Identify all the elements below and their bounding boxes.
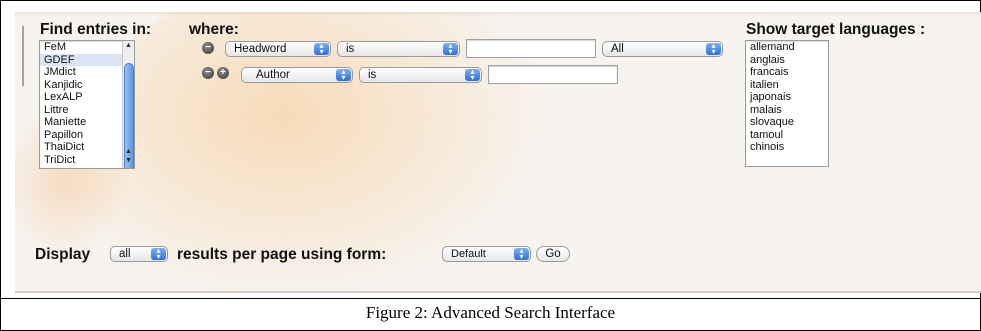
language-option[interactable]: slovaque — [746, 116, 828, 129]
chevron-up-down-icon: ▴ ▾ — [443, 42, 458, 56]
dictionary-option[interactable]: FeM — [40, 41, 134, 54]
language-option[interactable]: allemand — [746, 41, 828, 54]
language-option[interactable]: chinois — [746, 141, 828, 154]
dictionary-option[interactable]: JMdict — [40, 66, 134, 79]
dictionary-option[interactable]: Papillon — [40, 129, 134, 142]
target-languages-listbox[interactable]: allemand anglais francais italien japonais ma… — [745, 40, 829, 167]
chevron-up-down-icon: ▴ ▾ — [514, 247, 529, 261]
scroll-up-arrow-icon[interactable]: ▲ — [123, 41, 134, 50]
panel-bottom-rule — [15, 291, 981, 293]
scope-select-row1-value: All — [611, 43, 624, 55]
results-per-page-label: results per page using form: — [177, 246, 387, 263]
language-option[interactable]: malais — [746, 104, 828, 117]
figure-caption: Figure 2: Advanced Search Interface — [365, 303, 616, 322]
dictionary-option[interactable]: ThaiDict — [40, 141, 134, 154]
dictionary-listbox[interactable]: FeM GDEF JMdict Kanjidic LexALP Littre Maniett… — [39, 40, 135, 169]
dictionary-option[interactable]: Littre — [40, 104, 134, 117]
language-option[interactable]: tamoul — [746, 129, 828, 142]
field-select-row2-value: Author — [256, 69, 290, 81]
add-criterion-icon[interactable]: + — [217, 67, 229, 79]
operator-select-row1[interactable]: is ▴ ▾ — [337, 41, 460, 57]
scope-select-row1[interactable]: All ▴ ▾ — [602, 41, 723, 57]
chevron-up-down-icon: ▴ ▾ — [151, 247, 166, 261]
form-select[interactable]: Default ▴ ▾ — [442, 246, 531, 262]
dictionary-option[interactable]: GDEF — [40, 53, 134, 66]
target-languages-list: allemand anglais francais italien japonais ma… — [746, 41, 828, 154]
chevron-up-down-icon: ▴ ▾ — [314, 42, 329, 56]
language-option[interactable]: japonais — [746, 91, 828, 104]
dictionary-scrollbar[interactable]: ▲ ▲ ▼ — [122, 41, 134, 168]
target-languages-label: Show target languages : — [746, 21, 926, 38]
value-input-row1[interactable] — [466, 39, 596, 58]
scroll-down-icon[interactable]: ▼ — [123, 156, 134, 165]
language-option[interactable]: francais — [746, 66, 828, 79]
operator-select-row2[interactable]: is ▴ ▾ — [359, 67, 482, 83]
scroll-up-icon[interactable]: ▲ — [123, 147, 134, 156]
dictionary-option[interactable]: Maniette — [40, 116, 134, 129]
where-label: where: — [189, 21, 239, 38]
remove-criterion-row2-icon[interactable]: − — [202, 67, 214, 79]
chevron-up-down-icon: ▴ ▾ — [336, 68, 351, 82]
field-select-row2[interactable]: Author ▴ ▾ — [241, 67, 353, 83]
language-option[interactable]: italien — [746, 79, 828, 92]
dictionary-option[interactable]: LexALP — [40, 91, 134, 104]
dictionary-list: FeM GDEF JMdict Kanjidic LexALP Littre Maniett… — [40, 41, 134, 166]
results-count-value: all — [119, 248, 131, 260]
panel-left-rule — [22, 26, 24, 86]
language-option[interactable]: anglais — [746, 54, 828, 67]
advanced-search-panel: Find entries in: FeM GDEF JMdict Kanjidic Le… — [15, 12, 981, 293]
value-input-row2[interactable] — [488, 65, 618, 84]
dictionary-option[interactable]: TriDict — [40, 154, 134, 167]
field-select-row1-value: Headword — [234, 43, 287, 55]
remove-criterion-icon[interactable]: − — [202, 42, 214, 54]
operator-select-row2-value: is — [368, 69, 377, 81]
results-count-select[interactable]: all ▴ ▾ — [110, 246, 168, 262]
go-button[interactable]: Go — [536, 246, 570, 262]
chevron-up-down-icon: ▴ ▾ — [706, 42, 721, 56]
chevron-up-down-icon: ▴ ▾ — [465, 68, 480, 82]
display-label: Display — [35, 246, 91, 263]
find-entries-label: Find entries in: — [40, 21, 152, 38]
operator-select-row1-value: is — [346, 43, 355, 55]
caption-separator — [0, 298, 981, 299]
field-select-row1[interactable]: Headword ▴ ▾ — [225, 41, 331, 57]
dictionary-option[interactable]: Kanjidic — [40, 79, 134, 92]
form-select-value: Default — [451, 248, 486, 260]
